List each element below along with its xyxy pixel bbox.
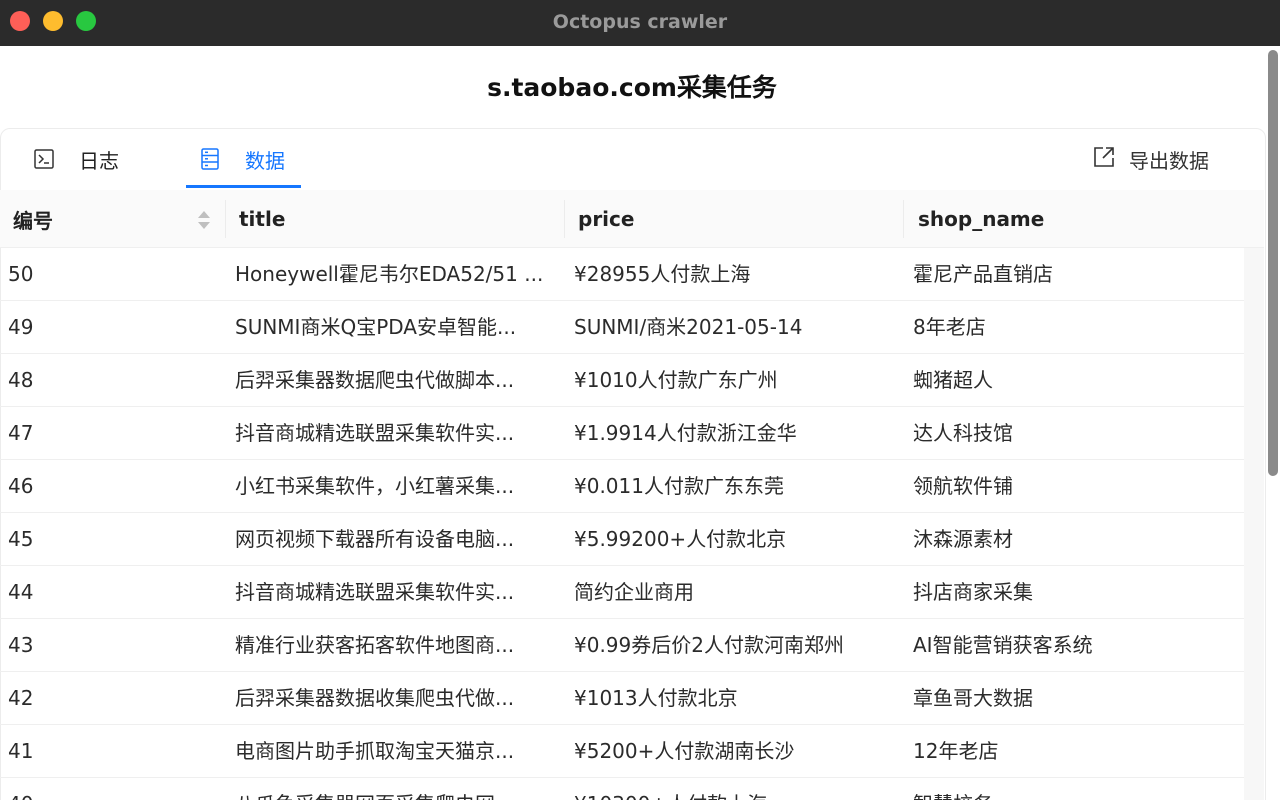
- table-row[interactable]: 50 Honeywell霍尼韦尔EDA52/51 ... ¥28955人付款上海 霍尼…: [0, 248, 1244, 301]
- cell-shop-name: 达人科技馆: [913, 421, 1013, 445]
- table-body: 50 Honeywell霍尼韦尔EDA52/51 ... ¥28955人付款上海 霍尼…: [0, 248, 1244, 800]
- cell-title: 网页视频下载器所有设备电脑...: [235, 527, 515, 551]
- sort-icon[interactable]: [197, 208, 211, 232]
- cell-title: 八爪鱼采集器网页采集爬虫网...: [235, 778, 555, 800]
- cell-title: 抖音商城精选联盟采集软件实...: [235, 580, 515, 604]
- cell-shop-name: 12年老店: [913, 739, 999, 763]
- column-header-shop-name[interactable]: shop_name: [918, 190, 1044, 248]
- cell-price: ¥10300+人付款上海: [574, 778, 894, 800]
- cell-id: 50: [8, 262, 34, 286]
- cell-shop-name: 章鱼哥大数据: [913, 686, 1033, 710]
- cell-title: 后羿采集器数据收集爬虫代做...: [235, 686, 515, 710]
- cell-shop-name: 领航软件铺: [913, 474, 1013, 498]
- column-header-id[interactable]: 编号: [13, 190, 53, 248]
- table-row[interactable]: 42 后羿采集器数据收集爬虫代做... ¥1013人付款北京 章鱼哥大数据: [0, 672, 1244, 725]
- tab-log-label: 日志: [79, 148, 119, 173]
- column-header-title[interactable]: title: [239, 190, 285, 248]
- active-tab-indicator: [186, 185, 301, 188]
- cell-id: 48: [8, 368, 34, 392]
- table-row[interactable]: 49 SUNMI商米Q宝PDA安卓智能... SUNMI/商米2021-05-14 8…: [0, 301, 1244, 354]
- cell-id: 46: [8, 474, 34, 498]
- cell-title: 抖音商城精选联盟采集软件实...: [235, 421, 515, 445]
- cell-shop-name: 抖店商家采集: [913, 580, 1033, 604]
- cell-id: 40: [8, 778, 208, 800]
- cell-price: ¥1.9914人付款浙江金华: [574, 421, 797, 445]
- cell-shop-name: 沐森源素材: [913, 527, 1013, 551]
- cell-id: 41: [8, 739, 34, 763]
- cell-shop-name: AI智能营销获客系统: [913, 633, 1093, 657]
- tab-bar: 日志 数据: [0, 129, 1264, 189]
- tab-log[interactable]: 日志: [33, 129, 119, 189]
- window-scrollbar-thumb[interactable]: [1268, 50, 1278, 476]
- page-title: s.taobao.com采集任务: [487, 73, 777, 102]
- cell-id: 49: [8, 315, 34, 339]
- table-row[interactable]: 41 电商图片助手抓取淘宝天猫京... ¥5200+人付款湖南长沙 12年老店: [0, 725, 1244, 778]
- table-row[interactable]: 40 八爪鱼采集器网页采集爬虫网... ¥10300+人付款上海智慧校务: [0, 778, 1244, 800]
- tab-data-label: 数据: [245, 148, 285, 173]
- cell-id: 42: [8, 686, 34, 710]
- table-row[interactable]: 44 抖音商城精选联盟采集软件实... 简约企业商用 抖店商家采集: [0, 566, 1244, 619]
- table-row[interactable]: 47 抖音商城精选联盟采集软件实... ¥1.9914人付款浙江金华 达人科技馆: [0, 407, 1244, 460]
- cell-price: ¥1010人付款广东广州: [574, 368, 778, 392]
- cell-id: 47: [8, 421, 34, 445]
- table-header: 编号 title price shop_name: [0, 190, 1264, 248]
- cell-title: 后羿采集器数据爬虫代做脚本...: [235, 368, 515, 392]
- window-title: Octopus crawler: [552, 11, 728, 33]
- table-row[interactable]: 43 精准行业获客拓客软件地图商... ¥0.99券后价2人付款河南郑州 AI智能营销…: [0, 619, 1244, 672]
- cell-title: 电商图片助手抓取淘宝天猫京...: [235, 739, 515, 763]
- cell-price: ¥0.99券后价2人付款河南郑州: [574, 633, 844, 657]
- cell-title: 精准行业获客拓客软件地图商...: [235, 633, 515, 657]
- column-divider[interactable]: [903, 200, 904, 238]
- terminal-icon: [33, 148, 55, 170]
- column-divider[interactable]: [225, 200, 226, 238]
- table-row[interactable]: 48 后羿采集器数据爬虫代做脚本... ¥1010人付款广东广州 蜘猪超人: [0, 354, 1244, 407]
- export-icon: [1093, 146, 1115, 172]
- table-icon: [199, 148, 221, 170]
- export-data-label: 导出数据: [1129, 148, 1209, 173]
- cell-price: ¥28955人付款上海: [574, 262, 751, 286]
- tab-data[interactable]: 数据: [199, 129, 285, 189]
- column-header-price[interactable]: price: [578, 190, 634, 248]
- cell-shop-name: 8年老店: [913, 315, 986, 339]
- cell-shop-name: 蜘猪超人: [913, 368, 993, 392]
- column-divider[interactable]: [564, 200, 565, 238]
- cell-price: 简约企业商用: [574, 580, 694, 604]
- cell-title: Honeywell霍尼韦尔EDA52/51 ...: [235, 262, 544, 286]
- cell-price: SUNMI/商米2021-05-14: [574, 315, 803, 339]
- cell-price: ¥5.99200+人付款北京: [574, 527, 787, 551]
- cell-id: 44: [8, 580, 34, 604]
- cell-title: SUNMI商米Q宝PDA安卓智能...: [235, 315, 517, 339]
- cell-id: 45: [8, 527, 34, 551]
- cell-title: 小红书采集软件，小红薯采集...: [235, 474, 515, 498]
- window-titlebar: Octopus crawler: [0, 0, 1280, 46]
- table-row[interactable]: 45 网页视频下载器所有设备电脑... ¥5.99200+人付款北京 沐森源素材: [0, 513, 1244, 566]
- cell-shop-name: 霍尼产品直销店: [913, 262, 1053, 286]
- cell-price: ¥1013人付款北京: [574, 686, 738, 710]
- cell-price: ¥0.011人付款广东东莞: [574, 474, 784, 498]
- export-data-button[interactable]: 导出数据: [1093, 129, 1209, 189]
- cell-id: 43: [8, 633, 34, 657]
- table-row[interactable]: 46 小红书采集软件，小红薯采集... ¥0.011人付款广东东莞 领航软件铺: [0, 460, 1244, 513]
- table-scrollbar[interactable]: [1244, 248, 1264, 800]
- cell-price: ¥5200+人付款湖南长沙: [574, 739, 795, 763]
- cell-shop-name: 智慧校务: [913, 778, 1233, 800]
